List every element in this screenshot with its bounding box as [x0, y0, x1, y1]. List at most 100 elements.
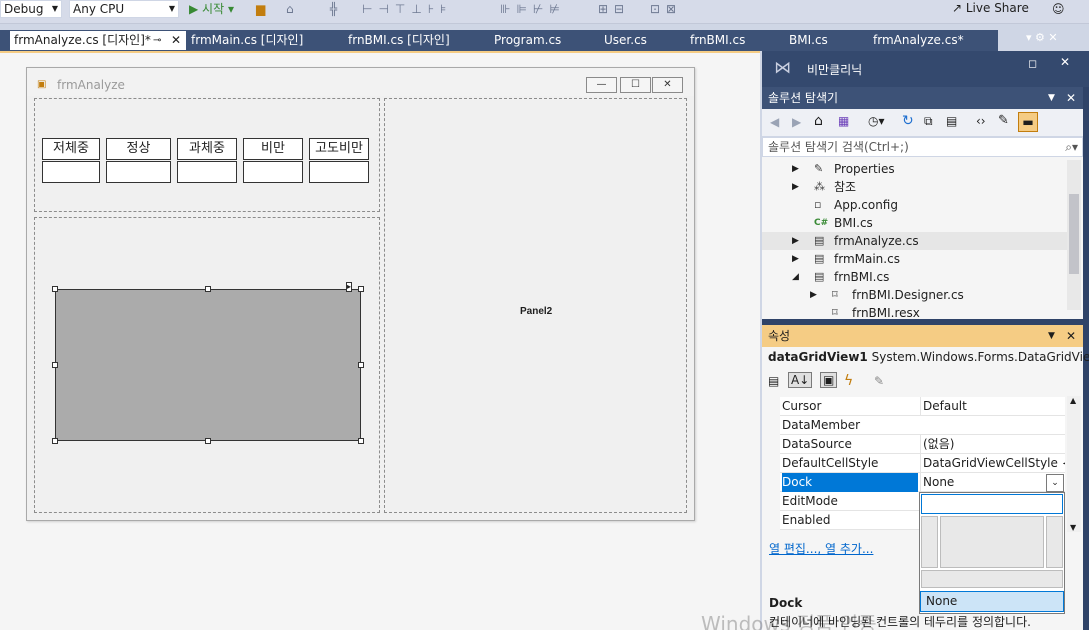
dock-bottom-option[interactable] — [921, 570, 1063, 588]
data-grid-view[interactable] — [55, 289, 361, 441]
tab-overflow-tools[interactable]: ▾ ⚙ ✕ — [1026, 31, 1058, 44]
property-row-defaultcellstyle[interactable]: DefaultCellStyle DataGridViewCellStyle { … — [780, 454, 1065, 473]
header-label-overweight[interactable]: 과체중 — [177, 138, 237, 160]
categorized-icon[interactable]: ▤ — [768, 374, 779, 388]
back-icon[interactable]: ◀ — [770, 115, 779, 129]
dock-top-option[interactable] — [921, 494, 1063, 514]
dock-right-option[interactable] — [1046, 516, 1063, 568]
smart-tag-icon[interactable]: ▸ — [346, 282, 353, 292]
layout-toolbar-icons[interactable]: ⊢⊣⊤⊥⊦⊧ — [362, 1, 452, 17]
property-pages-icon[interactable]: ✎ — [874, 374, 884, 388]
value-label-overweight[interactable] — [177, 161, 237, 183]
tab-frmanalyze-code[interactable]: frmAnalyze.cs* — [869, 31, 995, 50]
history-icon[interactable]: ◷▾ — [868, 114, 885, 128]
resize-handle[interactable] — [205, 438, 211, 444]
properties-scrollbar[interactable]: ▲ ▼ — [1067, 396, 1081, 532]
property-row-datasource[interactable]: DataSource (없음) — [780, 435, 1065, 454]
tree-item[interactable]: ▶ ▤ frmMain.cs — [762, 250, 1068, 268]
add-column-link[interactable]: 열 추가... — [825, 542, 873, 556]
resize-handle[interactable] — [52, 286, 58, 292]
tab-user[interactable]: User.cs — [600, 31, 684, 50]
property-row-cursor[interactable]: Cursor Default — [780, 397, 1065, 416]
close-icon[interactable]: ✕ — [1066, 325, 1076, 347]
header-label-severe-obese[interactable]: 고도비만 — [309, 138, 369, 160]
resize-handle[interactable] — [358, 286, 364, 292]
align-icon[interactable]: ╬ — [330, 1, 337, 17]
object-selector[interactable]: dataGridView1 System.Windows.Forms.DataG… — [768, 350, 1089, 364]
value-label-obese[interactable] — [243, 161, 303, 183]
restore-icon[interactable]: ◻ — [1028, 57, 1037, 70]
value-label-underweight[interactable] — [42, 161, 100, 183]
tree-item[interactable]: ▶ ▤ frmAnalyze.cs — [762, 232, 1068, 250]
tab-frnbmi[interactable]: frnBMI.cs — [686, 31, 783, 50]
dock-none-option[interactable]: None — [920, 591, 1064, 612]
tree-item[interactable]: ▶ ⁂ 참조 — [762, 178, 1068, 196]
solution-scroll-thumb[interactable] — [1069, 194, 1079, 274]
header-label-normal[interactable]: 정상 — [106, 138, 171, 160]
home-icon[interactable]: ⌂ — [286, 1, 294, 17]
value-label-normal[interactable] — [106, 161, 171, 183]
tab-program[interactable]: Program.cs — [490, 31, 598, 50]
resize-handle[interactable] — [52, 362, 58, 368]
tree-item[interactable]: ⌑ frnBMI.resx — [762, 304, 1068, 319]
dock-left-option[interactable] — [921, 516, 938, 568]
tab-frmanalyze-design[interactable]: frmAnalyze.cs [디자인]* ⊸ ✕ — [10, 31, 186, 50]
resize-handle[interactable] — [205, 286, 211, 292]
tree-item[interactable]: ◢ ▤ frnBMI.cs — [762, 268, 1068, 286]
tree-item[interactable]: ▶ ⌑ frnBMI.Designer.cs — [762, 286, 1068, 304]
home-icon[interactable]: ⌂ — [814, 113, 823, 129]
property-value[interactable]: Default — [920, 397, 1065, 416]
close-icon[interactable]: ✕ — [1066, 87, 1076, 109]
switch-views-icon[interactable]: ▦ — [838, 114, 849, 128]
resize-handle[interactable] — [358, 362, 364, 368]
start-button[interactable]: ▶ 시작 ▾ — [189, 1, 234, 17]
chevron-right-icon[interactable]: ▶ — [792, 160, 799, 178]
order-toolbar-icons[interactable]: ⊞⊟ — [598, 1, 630, 17]
collapse-all-icon[interactable]: ⧉ — [924, 114, 933, 129]
chevron-down-icon[interactable]: ▼ — [1048, 325, 1055, 347]
lock-toolbar-icons[interactable]: ⊡⊠ — [650, 1, 682, 17]
chevron-down-icon[interactable]: ▼ — [1070, 523, 1076, 532]
properties-wrench-icon[interactable]: ✎ — [998, 113, 1009, 128]
show-all-files-icon[interactable]: ▤ — [946, 114, 957, 128]
solution-search-input[interactable]: 솔루션 탐색기 검색(Ctrl+;) ⌕▾ — [762, 137, 1083, 157]
edit-columns-link[interactable]: 열 편집... — [769, 542, 817, 556]
chevron-right-icon[interactable]: ▶ — [792, 178, 799, 196]
header-label-underweight[interactable]: 저체중 — [42, 138, 100, 160]
refresh-icon[interactable]: ↻ — [902, 113, 914, 129]
property-value[interactable]: (없음) — [920, 435, 1065, 454]
header-label-obese[interactable]: 비만 — [243, 138, 303, 160]
close-icon[interactable]: ✕ — [1060, 55, 1070, 69]
value-label-severe-obese[interactable] — [309, 161, 369, 183]
property-row-datamember[interactable]: DataMember — [780, 416, 1065, 435]
tree-item[interactable]: ▶ ✎ Properties — [762, 160, 1068, 178]
properties-icon[interactable]: ▣ — [820, 372, 838, 388]
events-icon[interactable]: ϟ — [844, 373, 853, 389]
tree-item[interactable]: ▫ App.config — [762, 196, 1068, 214]
close-icon[interactable]: ✕ — [171, 31, 181, 50]
chevron-down-icon[interactable]: ▼ — [1048, 87, 1055, 109]
tree-item[interactable]: C# BMI.cs — [762, 214, 1068, 232]
property-value[interactable]: DataGridViewCellStyle { Ba — [920, 454, 1065, 473]
chevron-down-icon[interactable]: ◢ — [792, 268, 799, 286]
tab-bmi[interactable]: BMI.cs — [785, 31, 867, 50]
preview-toggle-icon[interactable]: ▬ — [1018, 112, 1038, 132]
property-row-dock[interactable]: Dock None — [780, 473, 1065, 492]
chevron-up-icon[interactable]: ▲ — [1070, 396, 1076, 405]
property-value[interactable]: None — [920, 473, 1065, 492]
platform-dropdown[interactable]: Any CPU ▼ — [69, 0, 179, 18]
chevron-right-icon[interactable]: ▶ — [792, 250, 799, 268]
code-icon[interactable]: ‹› — [976, 114, 986, 128]
open-folder-icon[interactable]: ▆ — [256, 1, 265, 17]
chevron-right-icon[interactable]: ▶ — [810, 286, 817, 304]
alphabetical-icon[interactable]: A↓ — [788, 372, 813, 388]
resize-handle[interactable] — [358, 438, 364, 444]
chevron-right-icon[interactable]: ▶ — [792, 232, 799, 250]
dock-dropdown-button[interactable]: ⌄ — [1046, 474, 1064, 492]
spacing-toolbar-icons[interactable]: ⊪⊫⊬⊭ — [500, 1, 566, 17]
dock-fill-option[interactable] — [940, 516, 1044, 568]
pin-icon[interactable]: ⊸ — [153, 31, 161, 50]
configuration-dropdown[interactable]: Debug ▼ — [0, 0, 62, 18]
feedback-icon[interactable]: ☺ — [1052, 1, 1065, 17]
tab-frnbmi-design[interactable]: frnBMI.cs [디자인] — [344, 31, 488, 50]
